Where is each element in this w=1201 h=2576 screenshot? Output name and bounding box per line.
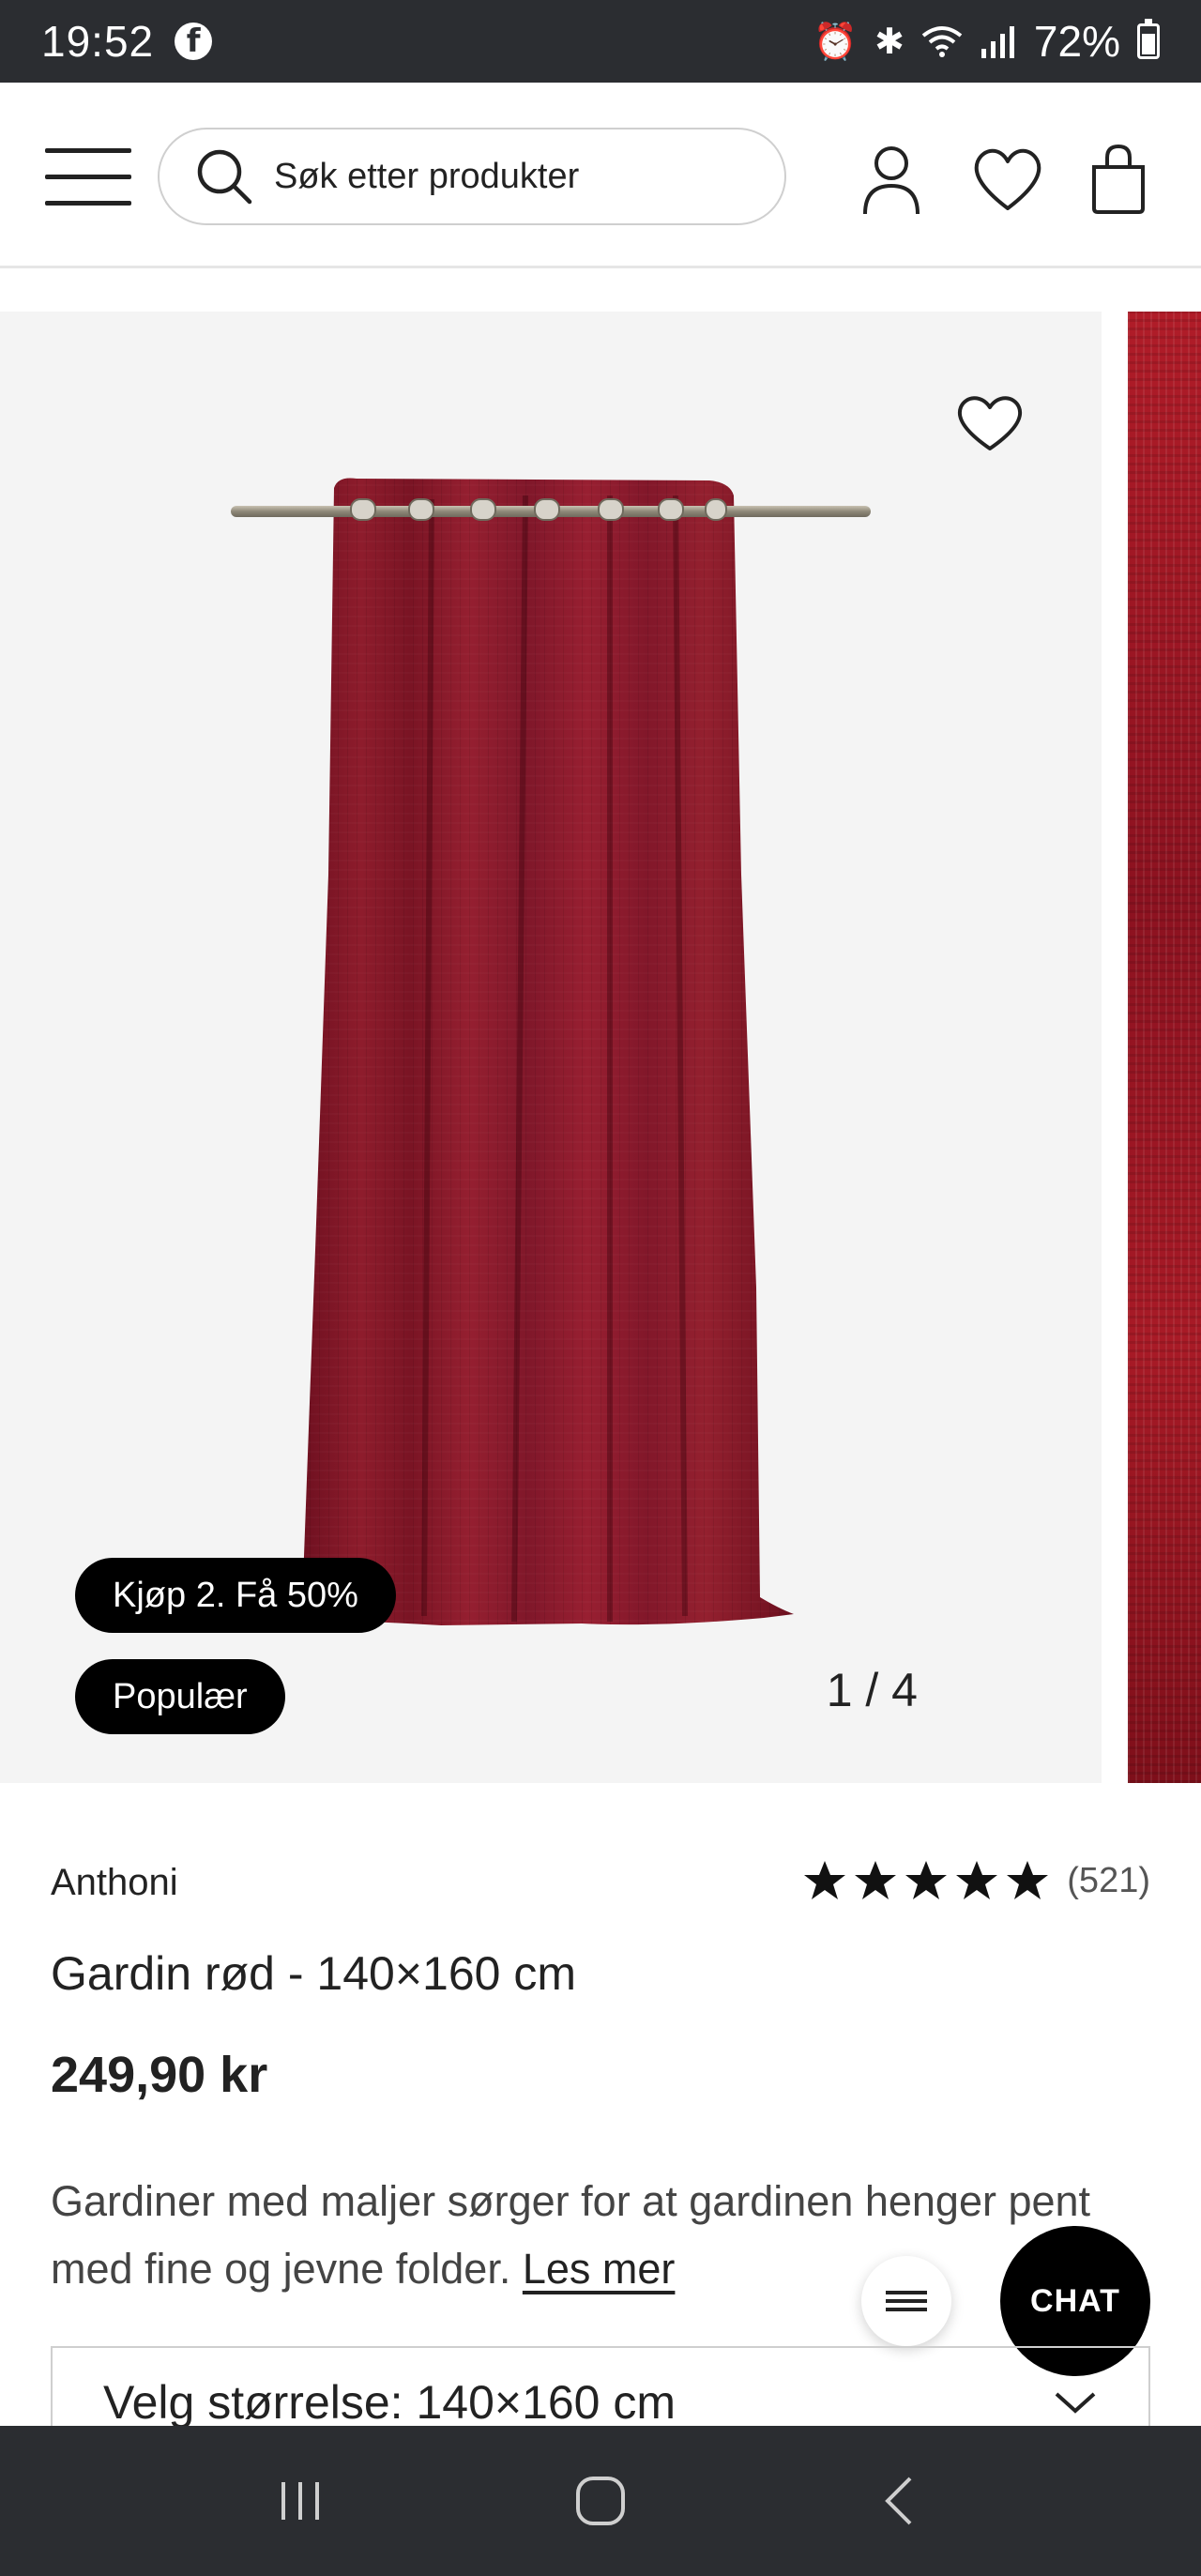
status-icons: ⏰ ✱ 72% [813, 16, 1160, 67]
next-image-peek[interactable] [1128, 312, 1201, 1783]
promo-badge: Kjøp 2. Få 50% [75, 1558, 396, 1633]
site-header [0, 83, 1201, 268]
star-icon [855, 1861, 897, 1899]
recent-apps-button[interactable] [258, 2459, 342, 2543]
home-icon [576, 2477, 625, 2525]
popular-badge: Populær [75, 1659, 285, 1734]
product-title: Gardin rød - 140×160 cm [51, 1947, 576, 2000]
system-nav-bar [0, 2426, 1201, 2576]
image-counter: 1 / 4 [826, 1664, 918, 1716]
back-button[interactable] [859, 2459, 943, 2543]
search-input[interactable] [274, 156, 743, 197]
product-rating[interactable]: (521) [802, 1858, 1150, 1903]
wishlist-button[interactable] [968, 139, 1047, 218]
star-icon [905, 1861, 948, 1899]
product-price: 249,90 kr [51, 2047, 268, 2103]
add-to-wishlist-button[interactable] [953, 390, 1026, 454]
signal-icon [981, 26, 1014, 58]
account-button[interactable] [852, 139, 931, 218]
product-description: Gardiner med maljer sørger for at gardin… [51, 2168, 1111, 2303]
bluetooth-icon: ✱ [874, 21, 905, 62]
list-icon [886, 2286, 927, 2316]
home-button[interactable] [558, 2459, 643, 2543]
user-icon [863, 146, 920, 215]
search-icon [197, 149, 252, 205]
search-bar[interactable] [158, 128, 786, 225]
battery-percent: 72% [1033, 17, 1120, 66]
star-icon [1007, 1861, 1049, 1899]
battery-icon [1137, 19, 1160, 59]
chevron-down-icon [1055, 2392, 1096, 2414]
heart-icon [957, 396, 1023, 450]
menu-button[interactable] [45, 148, 131, 206]
wifi-icon [921, 26, 963, 57]
product-image-slide[interactable]: Kjøp 2. Få 50% Populær 1 / 4 [0, 312, 1102, 1783]
size-select-label: Velg størrelse: 140×160 cm [103, 2376, 677, 2429]
alarm-icon: ⏰ [813, 20, 859, 62]
product-gallery[interactable]: Kjøp 2. Få 50% Populær 1 / 4 [0, 312, 1201, 1783]
facebook-icon: f [175, 23, 213, 60]
menu-list-button[interactable] [861, 2256, 951, 2346]
recent-apps-icon [281, 2482, 319, 2520]
read-more-link[interactable]: Les mer [523, 2245, 676, 2293]
shopping-bag-icon [1092, 144, 1145, 214]
status-time: 19:52 [41, 17, 155, 66]
cart-button[interactable] [1079, 139, 1158, 218]
rating-stars [802, 1858, 1050, 1903]
star-icon [956, 1861, 998, 1899]
rating-count: (521) [1067, 1860, 1150, 1900]
product-brand[interactable]: Anthoni [51, 1862, 178, 1904]
status-bar: 19:52 f ⏰ ✱ 72% [0, 0, 1201, 83]
back-icon [885, 2477, 912, 2525]
heart-icon [974, 148, 1041, 210]
star-icon [804, 1861, 846, 1899]
